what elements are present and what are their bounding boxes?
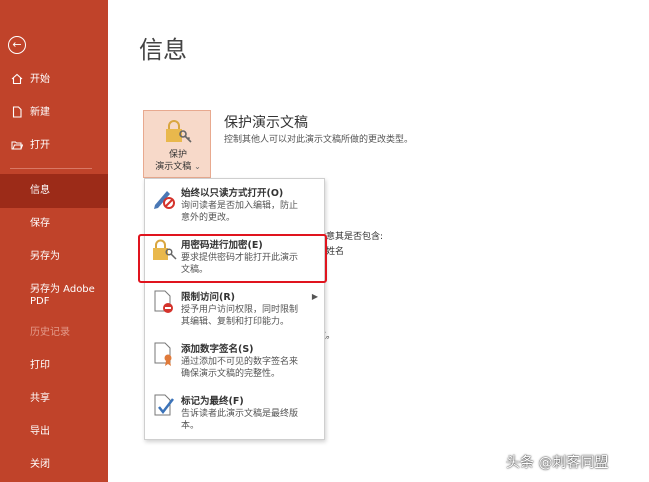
page-title: 信息	[139, 36, 187, 64]
sidebar-item-label: 历史记录	[30, 327, 70, 338]
lock-key-icon	[166, 120, 192, 143]
menu-item-description: 授予用户访问权限，同时限制 其编辑、复制和打印能力。	[181, 305, 299, 327]
home-icon	[11, 73, 23, 85]
document-checkmark-icon	[154, 394, 174, 416]
menu-item-title: 标记为最终(F)	[181, 396, 244, 407]
sidebar-item-label: 另存为	[30, 251, 60, 262]
sidebar-item-label: PDF	[30, 296, 50, 307]
new-doc-icon	[12, 106, 22, 118]
document-restricted-icon	[154, 290, 173, 313]
protect-description: 控制其他人可以对此演示文稿所做的更改类型。	[224, 135, 414, 145]
protect-dropdown-menu: 始终以只读方式打开(O) 询问读者是否加入编辑，防止 意外的更改。 用密码进行加密…	[144, 178, 325, 440]
document-ribbon-icon	[154, 342, 172, 366]
sidebar-item-info[interactable]: 信息	[0, 174, 108, 208]
menu-item-always-read-only[interactable]: 始终以只读方式打开(O) 询问读者是否加入编辑，防止 意外的更改。	[145, 185, 324, 229]
menu-item-title: 添加数字签名(S)	[181, 344, 254, 355]
sidebar-divider	[10, 168, 92, 169]
info-fragment: 姓名	[326, 247, 345, 257]
pencil-prohibited-icon	[154, 191, 175, 209]
sidebar-item-label: 导出	[30, 426, 50, 437]
menu-item-title: 限制访问(R)	[181, 292, 235, 303]
menu-item-description: 通过添加不可见的数字签名来 确保演示文稿的完整性。	[181, 357, 299, 379]
sidebar-item-label: 新建	[30, 107, 50, 118]
menu-item-restrict-access[interactable]: 限制访问(R) ▶ 授予用户访问权限，同时限制 其编辑、复制和打印能力。	[145, 289, 324, 333]
menu-item-add-digital-signature[interactable]: 添加数字签名(S) 通过添加不可见的数字签名来 确保演示文稿的完整性。	[145, 341, 324, 385]
menu-item-description: 告诉读者此演示文稿是最终版 本。	[181, 409, 299, 431]
sidebar-item-label: 关闭	[30, 459, 50, 470]
open-folder-icon	[11, 141, 23, 150]
sidebar-item-label: 保存	[30, 218, 50, 229]
watermark: 头条 @刺客同盟	[506, 455, 609, 471]
submenu-arrow-icon: ▶	[311, 292, 318, 301]
sidebar-item-label: 打开	[30, 140, 50, 151]
backstage-sidebar: ← 开始 新建 打开 信息 保存 另存为 另存为 Adobe PDF 历史记录 …	[0, 0, 108, 482]
highlight-annotation-box	[138, 234, 327, 283]
menu-item-description: 询问读者是否加入编辑，防止 意外的更改。	[181, 201, 299, 223]
sidebar-item-label: 开始	[30, 74, 50, 85]
sidebar-item-label: 信息	[30, 185, 50, 196]
sidebar-item-label: 打印	[30, 360, 50, 371]
menu-item-mark-as-final[interactable]: 标记为最终(F) 告诉读者此演示文稿是最终版 本。	[145, 393, 324, 437]
protect-button-label: 演示文稿 ⌄	[155, 162, 201, 172]
sidebar-item-label: 共享	[30, 393, 50, 404]
back-arrow-icon[interactable]: ←	[8, 36, 26, 54]
menu-item-title: 始终以只读方式打开(O)	[181, 188, 284, 199]
chevron-down-icon: ⌄	[194, 162, 201, 171]
protect-heading: 保护演示文稿	[224, 115, 308, 131]
protect-presentation-button[interactable]: 保护 演示文稿 ⌄	[143, 110, 211, 178]
